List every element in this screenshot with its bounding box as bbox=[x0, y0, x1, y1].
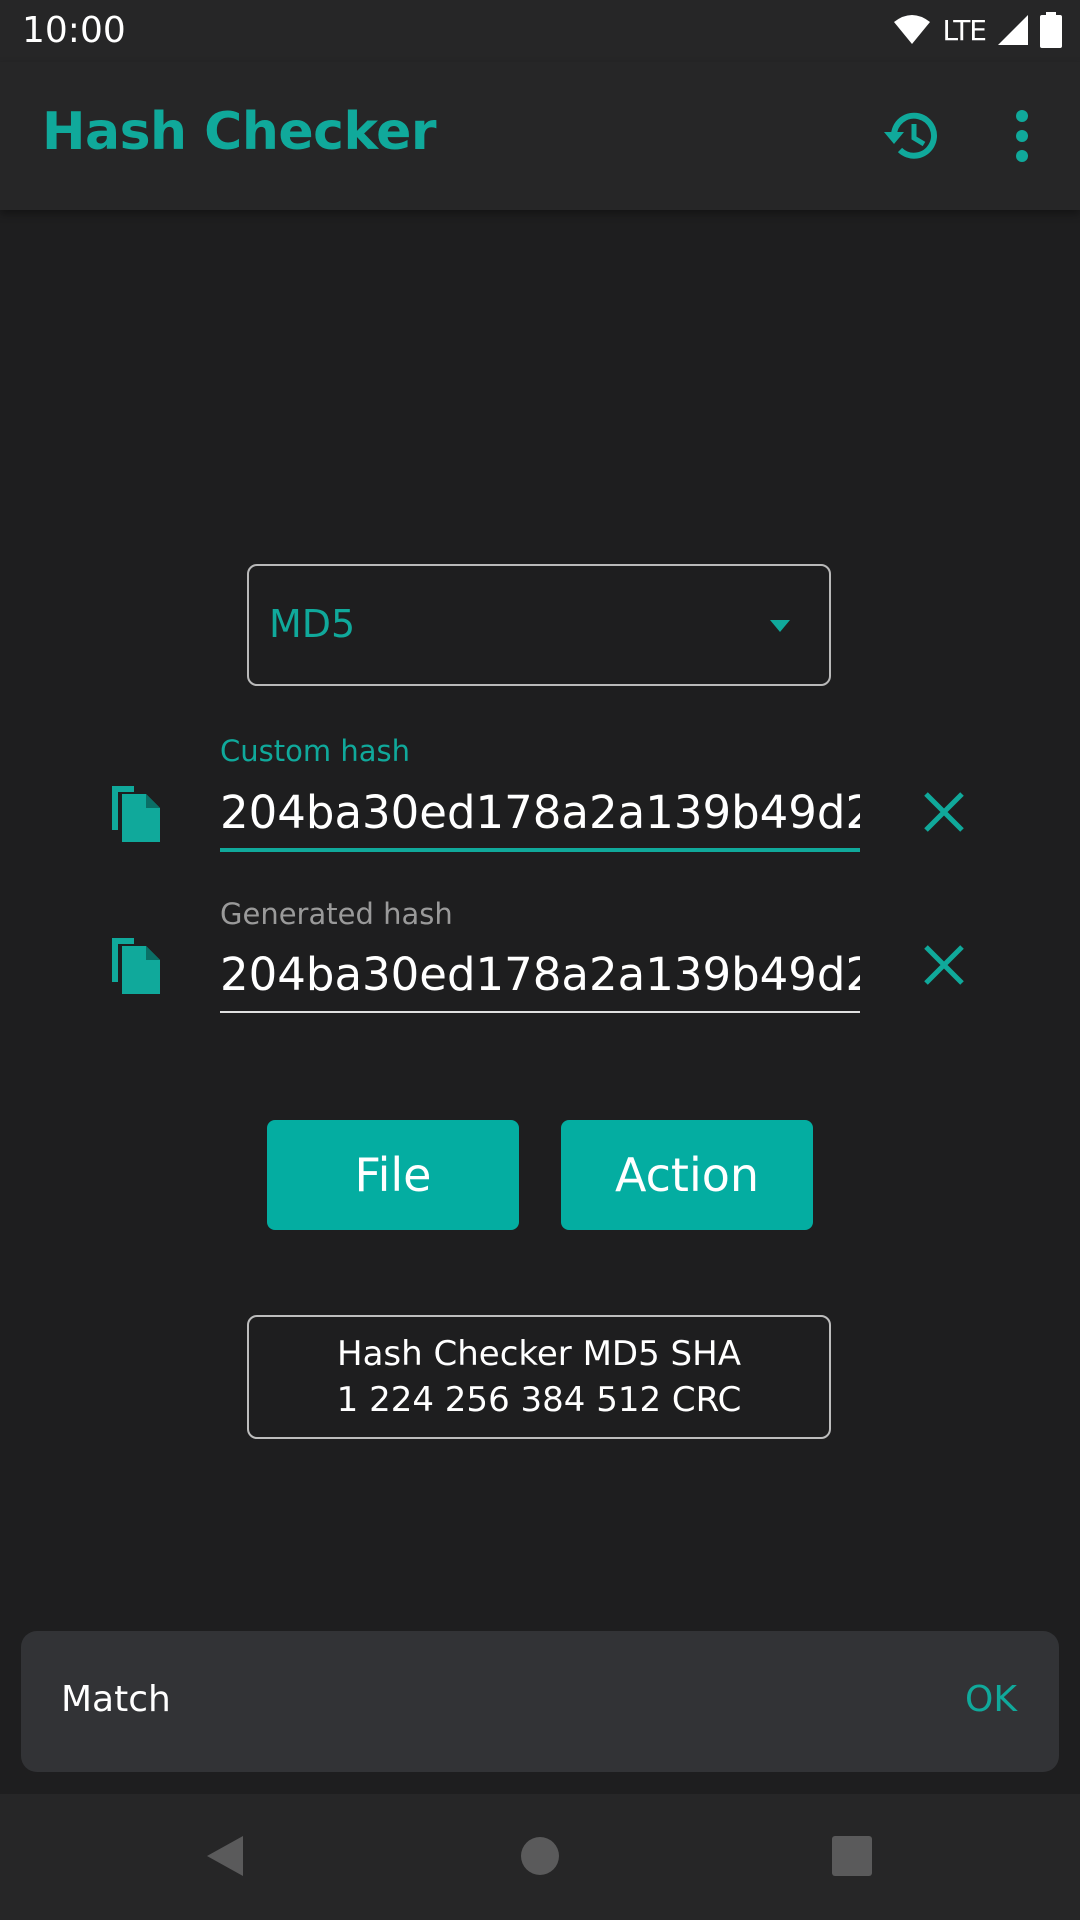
custom-hash-label: Custom hash bbox=[220, 734, 410, 768]
dropdown-arrow-icon bbox=[770, 620, 790, 632]
algorithm-selected: MD5 bbox=[269, 602, 356, 646]
info-line-1: Hash Checker MD5 SHA bbox=[337, 1334, 741, 1374]
custom-hash-underline bbox=[220, 848, 860, 852]
snackbar: Match OK bbox=[21, 1631, 1059, 1772]
close-icon bbox=[924, 945, 964, 985]
navigation-bar bbox=[0, 1794, 1080, 1920]
close-icon bbox=[924, 792, 964, 832]
status-time: 10:00 bbox=[22, 10, 126, 51]
battery-icon bbox=[1040, 12, 1062, 48]
more-vert-icon bbox=[1016, 110, 1028, 162]
generated-hash-underline bbox=[220, 1011, 860, 1013]
network-type: LTE bbox=[942, 13, 987, 47]
history-button[interactable] bbox=[882, 106, 942, 166]
generated-hash-label: Generated hash bbox=[220, 897, 453, 931]
status-bar: 10:00 LTE bbox=[0, 0, 1080, 62]
algorithm-dropdown[interactable]: MD5 bbox=[247, 564, 831, 686]
app-bar: Hash Checker bbox=[0, 62, 1080, 210]
clear-custom-hash-button[interactable] bbox=[922, 790, 966, 834]
file-button[interactable]: File bbox=[267, 1120, 519, 1230]
copy-icon bbox=[112, 938, 160, 994]
more-options-button[interactable] bbox=[1000, 106, 1044, 166]
info-line-2: 1 224 256 384 512 CRC bbox=[336, 1380, 742, 1420]
cell-signal-icon bbox=[998, 15, 1028, 45]
paste-custom-hash-button[interactable] bbox=[108, 782, 164, 844]
algorithms-info-box[interactable]: Hash Checker MD5 SHA 1 224 256 384 512 C… bbox=[247, 1315, 831, 1439]
action-button[interactable]: Action bbox=[561, 1120, 813, 1230]
history-icon bbox=[884, 112, 937, 159]
copy-generated-hash-button[interactable] bbox=[108, 934, 164, 996]
generated-hash-input[interactable]: 204ba30ed178a2a139b49d242 bbox=[220, 948, 860, 1001]
recents-icon[interactable] bbox=[832, 1836, 872, 1876]
snackbar-ok-button[interactable]: OK bbox=[965, 1679, 1017, 1720]
clear-generated-hash-button[interactable] bbox=[922, 943, 966, 987]
status-icons: LTE bbox=[892, 12, 1062, 48]
copy-icon bbox=[112, 786, 160, 842]
back-icon[interactable] bbox=[205, 1834, 245, 1878]
home-icon[interactable] bbox=[520, 1836, 560, 1876]
snackbar-message: Match bbox=[61, 1679, 171, 1720]
custom-hash-input[interactable]: 204ba30ed178a2a139b49d242 bbox=[220, 786, 860, 839]
app-title: Hash Checker bbox=[42, 102, 437, 162]
wifi-icon bbox=[894, 15, 931, 44]
